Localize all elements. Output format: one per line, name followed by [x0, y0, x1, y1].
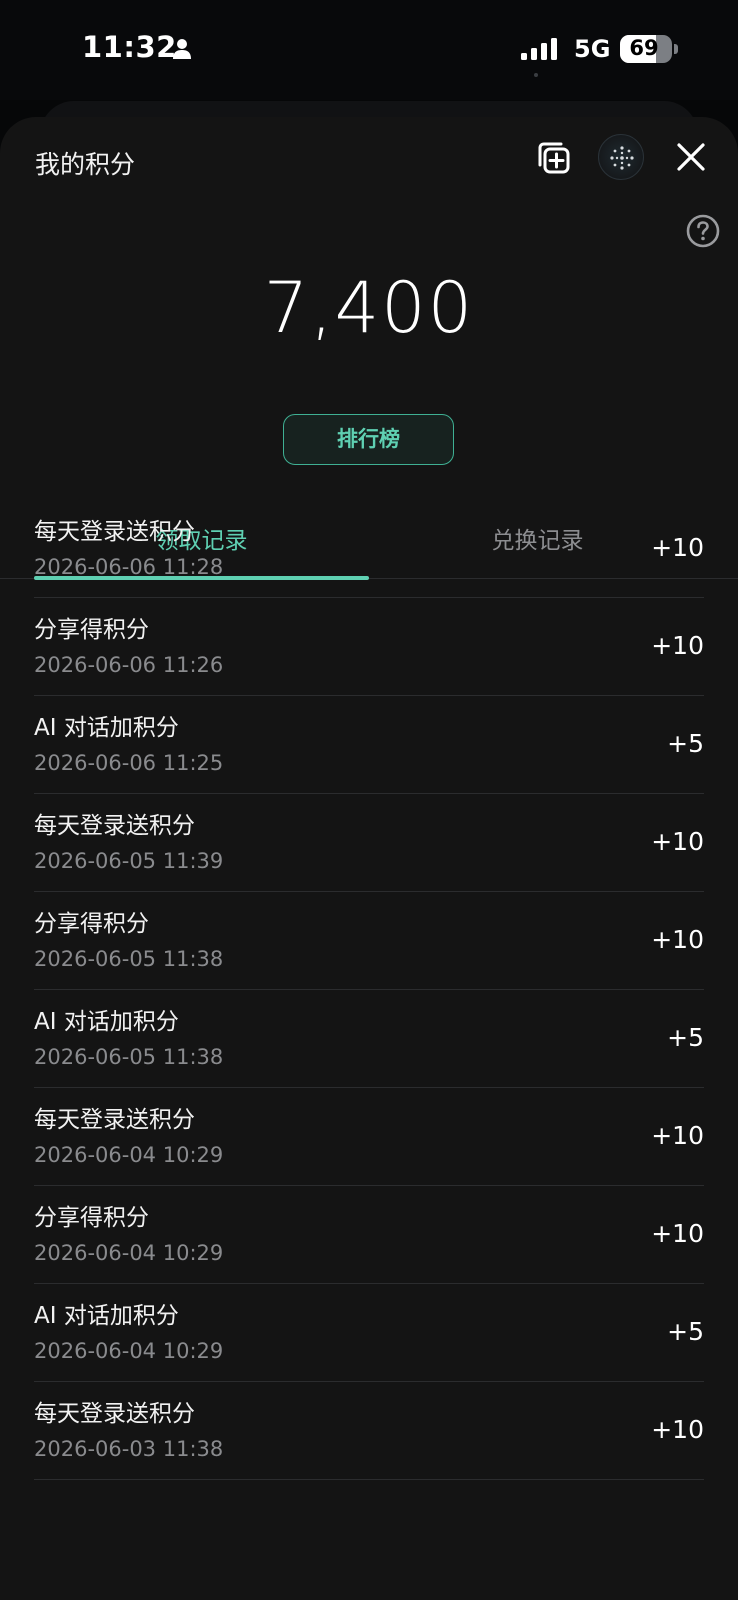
record-time: 2026-06-06 11:28: [34, 555, 224, 579]
record-points: +5: [667, 729, 704, 758]
points-total: 7,400: [263, 267, 475, 349]
record-title: 每天登录送积分: [34, 1107, 195, 1133]
record-title: AI 对话加积分: [34, 1009, 179, 1035]
record-title: 每天登录送积分: [34, 813, 195, 839]
status-time: 11:32: [82, 30, 177, 64]
record-points: +10: [651, 1219, 704, 1248]
record-time: 2026-06-06 11:25: [34, 751, 224, 775]
signal-icon: [521, 38, 557, 60]
help-icon[interactable]: [685, 213, 721, 249]
list-item: AI 对话加积分 2026-06-05 11:38 +5: [34, 990, 704, 1088]
avatar-icon[interactable]: [598, 134, 644, 180]
record-points: +5: [667, 1023, 704, 1052]
status-dot: [534, 73, 538, 77]
record-title: 每天登录送积分: [34, 519, 195, 545]
list-item: 分享得积分 2026-06-04 10:29 +10: [34, 1186, 704, 1284]
record-points: +10: [651, 827, 704, 856]
list-item: AI 对话加积分 2026-06-06 11:25 +5: [34, 696, 704, 794]
record-points: +10: [651, 925, 704, 954]
record-title: 分享得积分: [34, 911, 149, 937]
record-points: +5: [667, 1317, 704, 1346]
record-time: 2026-06-06 11:26: [34, 653, 224, 677]
record-time: 2026-06-04 10:29: [34, 1143, 224, 1167]
record-points: +10: [651, 631, 704, 660]
record-title: AI 对话加积分: [34, 715, 179, 741]
record-title: 分享得积分: [34, 617, 149, 643]
record-time: 2026-06-05 11:38: [34, 1045, 224, 1069]
record-title: 分享得积分: [34, 1205, 149, 1231]
battery-level: 69: [629, 36, 659, 60]
record-time: 2026-06-04 10:29: [34, 1241, 224, 1265]
list-item: 每天登录送积分 2026-06-03 11:38 +10: [34, 1382, 704, 1480]
record-time: 2026-06-03 11:38: [34, 1437, 224, 1461]
list-item: 每天登录送积分 2026-06-05 11:39 +10: [34, 794, 704, 892]
copy-add-icon[interactable]: [536, 140, 572, 176]
person-icon: [173, 39, 191, 59]
list-item: 分享得积分 2026-06-05 11:38 +10: [34, 892, 704, 990]
status-bar: 11:32 5G 69: [0, 0, 738, 100]
list-item: 每天登录送积分 2026-06-04 10:29 +10: [34, 1088, 704, 1186]
record-points: +10: [651, 1121, 704, 1150]
record-title: AI 对话加积分: [34, 1303, 179, 1329]
record-time: 2026-06-05 11:39: [34, 849, 224, 873]
record-time: 2026-06-05 11:38: [34, 947, 224, 971]
network-label: 5G: [574, 35, 611, 63]
list-item: 分享得积分 2026-06-06 11:26 +10: [34, 598, 704, 696]
record-title: 每天登录送积分: [34, 1401, 195, 1427]
list-item: 每天登录送积分 2026-06-06 11:28 +10: [34, 500, 704, 598]
list-item: AI 对话加积分 2026-06-04 10:29 +5: [34, 1284, 704, 1382]
leaderboard-button[interactable]: 排行榜: [283, 414, 454, 465]
close-icon[interactable]: [673, 139, 709, 175]
record-points: +10: [651, 533, 704, 562]
battery-icon: 69: [620, 35, 678, 63]
page-title: 我的积分: [35, 150, 136, 179]
record-points: +10: [651, 1415, 704, 1444]
record-list: 每天登录送积分 2026-06-06 11:28 +10 分享得积分 2026-06-0…: [34, 500, 704, 1480]
record-time: 2026-06-04 10:29: [34, 1339, 224, 1363]
